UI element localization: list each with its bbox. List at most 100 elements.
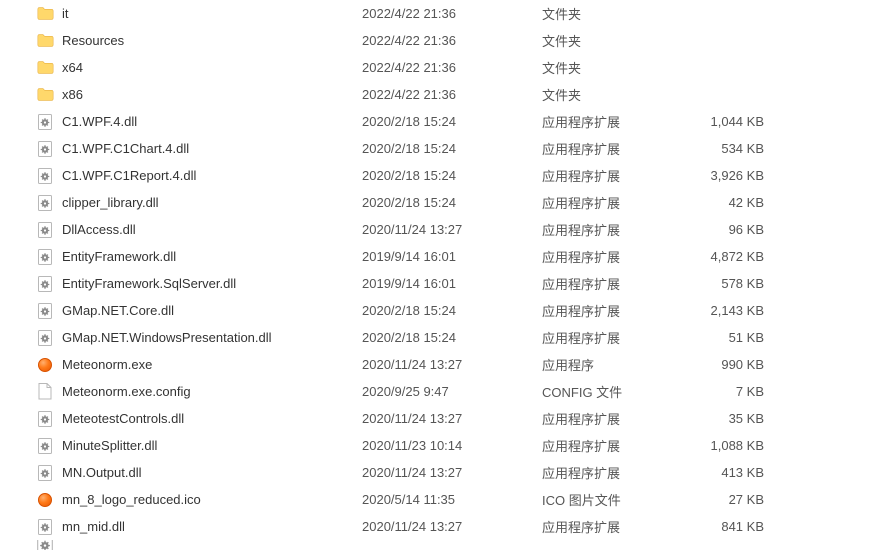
file-size: 2,143 KB [682, 303, 772, 318]
file-date: 2022/4/22 21:36 [362, 87, 542, 102]
file-size: 27 KB [682, 492, 772, 507]
file-type: 应用程序扩展 [542, 436, 682, 455]
file-name: mn_mid.dll [62, 519, 362, 534]
file-row[interactable]: GMap.NET.Core.dll2020/2/18 15:24应用程序扩展2,… [0, 297, 876, 324]
file-name: DllAccess.dll [62, 222, 362, 237]
dll-icon [36, 221, 54, 239]
dll-icon [36, 329, 54, 347]
dll-icon [36, 518, 54, 536]
file-row[interactable]: EntityFramework.SqlServer.dll2019/9/14 1… [0, 270, 876, 297]
file-date: 2020/2/18 15:24 [362, 303, 542, 318]
file-size: 51 KB [682, 330, 772, 345]
file-type: 应用程序扩展 [542, 139, 682, 158]
file-name: x64 [62, 60, 362, 75]
file-type: ICO 图片文件 [542, 490, 682, 509]
file-row[interactable]: MeteotestControls.dll2020/11/24 13:27应用程… [0, 405, 876, 432]
file-row[interactable]: C1.WPF.C1Report.4.dll2020/2/18 15:24应用程序… [0, 162, 876, 189]
file-date: 2020/2/18 15:24 [362, 168, 542, 183]
file-name: EntityFramework.SqlServer.dll [62, 276, 362, 291]
dll-icon [36, 140, 54, 158]
file-icon [36, 383, 54, 401]
file-date: 2019/9/14 16:01 [362, 276, 542, 291]
file-row[interactable]: it2022/4/22 21:36文件夹 [0, 0, 876, 27]
file-name: Resources [62, 33, 362, 48]
file-row[interactable]: MN.Output.dll2020/11/24 13:27应用程序扩展413 K… [0, 459, 876, 486]
file-date: 2020/2/18 15:24 [362, 141, 542, 156]
file-size: 35 KB [682, 411, 772, 426]
file-name: EntityFramework.dll [62, 249, 362, 264]
dll-icon [36, 437, 54, 455]
file-row[interactable]: GMap.NET.WindowsPresentation.dll2020/2/1… [0, 324, 876, 351]
file-name: GMap.NET.Core.dll [62, 303, 362, 318]
file-date: 2020/11/24 13:27 [362, 357, 542, 372]
file-type: 应用程序扩展 [542, 247, 682, 266]
file-name: MN.Output.dll [62, 465, 362, 480]
file-row[interactable]: mn_8_logo_reduced.ico2020/5/14 11:35ICO … [0, 486, 876, 513]
file-size: 534 KB [682, 141, 772, 156]
file-row[interactable]: Meteonorm.exe.config2020/9/25 9:47CONFIG… [0, 378, 876, 405]
file-type: 应用程序扩展 [542, 409, 682, 428]
file-name: x86 [62, 87, 362, 102]
file-size: 42 KB [682, 195, 772, 210]
file-name: MeteotestControls.dll [62, 411, 362, 426]
file-type: 应用程序扩展 [542, 517, 682, 536]
file-type: 文件夹 [542, 4, 682, 23]
file-row[interactable]: EntityFramework.dll2019/9/14 16:01应用程序扩展… [0, 243, 876, 270]
file-name: mn_8_logo_reduced.ico [62, 492, 362, 507]
folder-icon [36, 5, 54, 23]
file-type: 应用程序扩展 [542, 166, 682, 185]
file-row[interactable]: x862022/4/22 21:36文件夹 [0, 81, 876, 108]
file-date: 2020/11/24 13:27 [362, 222, 542, 237]
file-type: 应用程序 [542, 355, 682, 374]
file-size: 841 KB [682, 519, 772, 534]
dll-icon [36, 540, 54, 550]
file-size: 990 KB [682, 357, 772, 372]
file-type: 应用程序扩展 [542, 274, 682, 293]
file-type: CONFIG 文件 [542, 382, 682, 401]
folder-icon [36, 86, 54, 104]
folder-icon [36, 59, 54, 77]
file-row[interactable]: MinuteSplitter.dll2020/11/23 10:14应用程序扩展… [0, 432, 876, 459]
file-row[interactable]: DllAccess.dll2020/11/24 13:27应用程序扩展96 KB [0, 216, 876, 243]
file-date: 2020/5/14 11:35 [362, 492, 542, 507]
file-name: C1.WPF.C1Chart.4.dll [62, 141, 362, 156]
file-date: 2020/11/24 13:27 [362, 519, 542, 534]
file-date: 2022/4/22 21:36 [362, 33, 542, 48]
dll-icon [36, 113, 54, 131]
file-type: 文件夹 [542, 31, 682, 50]
file-date: 2022/4/22 21:36 [362, 60, 542, 75]
file-size: 578 KB [682, 276, 772, 291]
dll-icon [36, 248, 54, 266]
file-row[interactable]: clipper_library.dll2020/2/18 15:24应用程序扩展… [0, 189, 876, 216]
file-row[interactable]: Resources2022/4/22 21:36文件夹 [0, 27, 876, 54]
file-date: 2020/2/18 15:24 [362, 330, 542, 345]
file-size: 7 KB [682, 384, 772, 399]
file-size: 413 KB [682, 465, 772, 480]
exe-icon [36, 356, 54, 374]
file-date: 2020/11/23 10:14 [362, 438, 542, 453]
file-type: 应用程序扩展 [542, 463, 682, 482]
file-type: 应用程序扩展 [542, 193, 682, 212]
file-row[interactable]: C1.WPF.4.dll2020/2/18 15:24应用程序扩展1,044 K… [0, 108, 876, 135]
file-date: 2019/9/14 16:01 [362, 249, 542, 264]
dll-icon [36, 194, 54, 212]
file-type: 应用程序扩展 [542, 112, 682, 131]
file-date: 2020/11/24 13:27 [362, 411, 542, 426]
file-size: 3,926 KB [682, 168, 772, 183]
file-name: Meteonorm.exe.config [62, 384, 362, 399]
file-name: clipper_library.dll [62, 195, 362, 210]
file-name: MinuteSplitter.dll [62, 438, 362, 453]
file-date: 2020/9/25 9:47 [362, 384, 542, 399]
cutoff-row [0, 540, 876, 552]
file-row[interactable]: C1.WPF.C1Chart.4.dll2020/2/18 15:24应用程序扩… [0, 135, 876, 162]
file-size: 4,872 KB [682, 249, 772, 264]
file-row[interactable]: Meteonorm.exe2020/11/24 13:27应用程序990 KB [0, 351, 876, 378]
file-name: C1.WPF.C1Report.4.dll [62, 168, 362, 183]
dll-icon [36, 167, 54, 185]
file-row[interactable]: mn_mid.dll2020/11/24 13:27应用程序扩展841 KB [0, 513, 876, 540]
file-size: 1,088 KB [682, 438, 772, 453]
file-date: 2020/2/18 15:24 [362, 114, 542, 129]
file-date: 2020/11/24 13:27 [362, 465, 542, 480]
dll-icon [36, 464, 54, 482]
file-row[interactable]: x642022/4/22 21:36文件夹 [0, 54, 876, 81]
